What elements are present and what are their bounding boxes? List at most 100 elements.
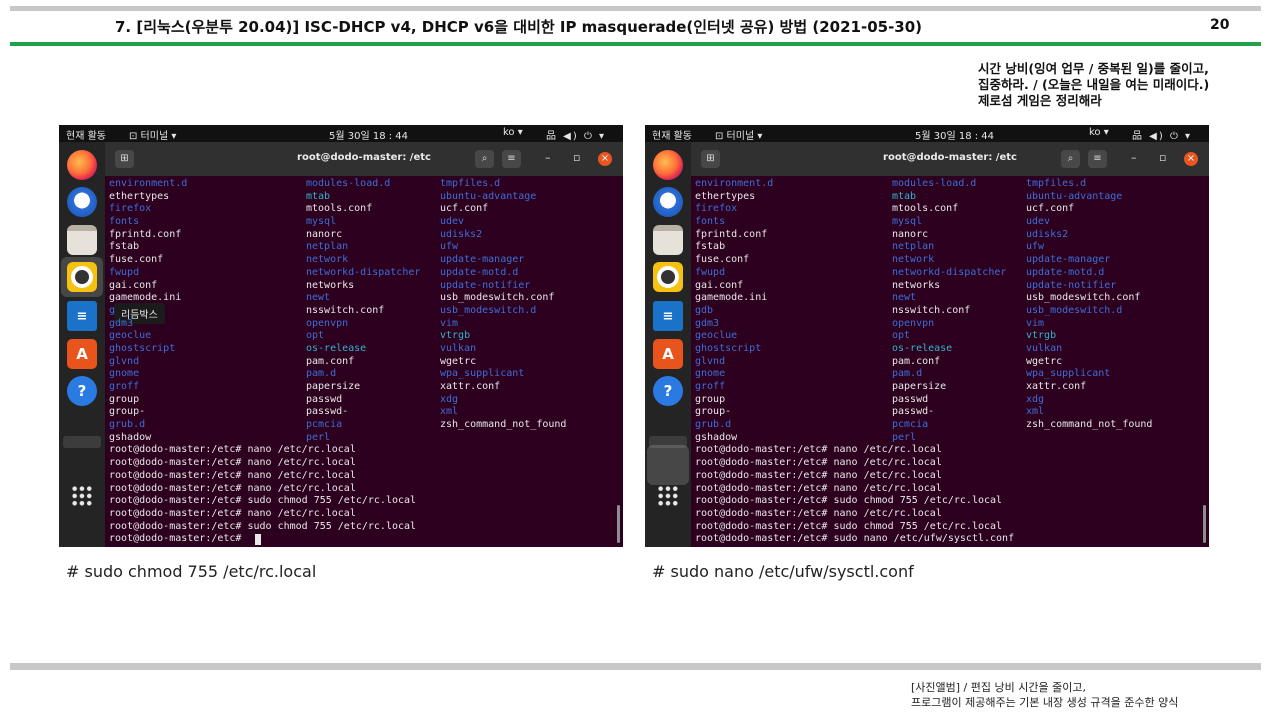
command-line: root@dodo-master:/etc# nano /etc/rc.loca… — [695, 483, 1205, 496]
files-icon[interactable] — [67, 225, 97, 255]
system-status-menu[interactable]: 品 ◀) ⏻ ▾ — [546, 127, 606, 142]
help-icon[interactable]: ? — [67, 376, 97, 406]
listing-entry: xdg — [440, 393, 459, 405]
hamburger-menu-icon[interactable]: ≡ — [1088, 150, 1107, 168]
maximize-icon[interactable]: ▫ — [573, 151, 580, 164]
software-icon[interactable]: A — [653, 339, 683, 369]
terminal-header-bar: ⊞ root@dodo-master: /etc ⌕ ≡ – ▫ × — [691, 142, 1209, 176]
terminal-scrollbar[interactable] — [617, 505, 620, 543]
bottom-rule — [10, 663, 1261, 670]
listing-row: firefox mtools.conf ucf.conf — [109, 203, 619, 216]
listing-row: gdb nsswitch.conf usb_modeswitch.d — [695, 305, 1205, 318]
thunderbird-icon[interactable] — [653, 187, 683, 217]
close-icon[interactable]: × — [1184, 152, 1198, 166]
writer-icon[interactable]: ≡ — [653, 301, 683, 331]
listing-row: group passwd xdg — [695, 394, 1205, 407]
listing-entry: openvpn — [306, 317, 349, 329]
listing-entry: xml — [440, 406, 459, 418]
maximize-icon[interactable]: ▫ — [1159, 151, 1166, 164]
command-text: root@dodo-master:/etc# sudo chmod 755 /e… — [695, 495, 1003, 507]
search-icon[interactable]: ⌕ — [1061, 150, 1080, 168]
command-text: root@dodo-master:/etc# sudo chmod 755 /e… — [695, 520, 1003, 532]
listing-entry: vim — [1026, 317, 1045, 329]
close-icon[interactable]: × — [598, 152, 612, 166]
listing-entry: udev — [440, 216, 465, 228]
slide-title: 7. [리눅스(우분투 20.04)] ISC-DHCP v4, DHCP v6… — [115, 18, 923, 36]
rhythmbox-icon[interactable] — [67, 262, 97, 292]
search-icon[interactable]: ⌕ — [475, 150, 494, 168]
listing-entry: wpa_supplicant — [1026, 368, 1111, 380]
apps-grid-icon[interactable] — [657, 485, 679, 507]
input-language-menu[interactable]: ko ▾ — [503, 127, 523, 138]
app-menu[interactable]: ⊡ 터미널 ▾ — [129, 127, 176, 142]
help-icon[interactable]: ? — [653, 376, 683, 406]
listing-entry: papersize — [306, 381, 361, 392]
listing-entry: nsswitch.conf — [892, 304, 971, 316]
listing-entry: newt — [306, 292, 331, 304]
listing-row: group passwd xdg — [109, 394, 619, 407]
rhythmbox-icon[interactable] — [653, 262, 683, 292]
listing-entry: passwd- — [892, 406, 935, 418]
command-line: root@dodo-master:/etc# sudo chmod 755 /e… — [695, 521, 1205, 534]
listing-entry: modules-load.d — [892, 178, 977, 189]
listing-entry: ubuntu-advantage — [1026, 190, 1123, 202]
command-line: root@dodo-master:/etc# nano /etc/rc.loca… — [109, 470, 619, 483]
minimize-icon[interactable]: – — [1131, 151, 1137, 164]
command-text: root@dodo-master:/etc# sudo chmod 755 /e… — [109, 520, 417, 532]
listing-entry: xml — [1026, 406, 1045, 418]
apps-grid-icon[interactable] — [71, 485, 93, 507]
listing-entry: mtools.conf — [892, 203, 959, 215]
activities-button[interactable]: 현재 활동 — [66, 127, 106, 142]
footer-note: [사진앨범] / 편집 낭비 시간을 줄이고, 프로그램이 제공해주는 기본 내… — [911, 680, 1178, 710]
listing-entry: ufw — [1026, 241, 1045, 253]
listing-row: fonts mysql udev — [695, 216, 1205, 229]
listing-entry: pam.d — [306, 368, 337, 380]
listing-entry: os-release — [306, 342, 367, 354]
hamburger-menu-icon[interactable]: ≡ — [502, 150, 521, 168]
command-line: root@dodo-master:/etc# nano /etc/rc.loca… — [109, 457, 619, 470]
listing-entry: perl — [306, 431, 331, 443]
command-text: root@dodo-master:/etc# nano /etc/rc.loca… — [109, 482, 356, 494]
listing-entry: gdb — [695, 304, 714, 316]
clock[interactable]: 5월 30일 18 : 44 — [915, 127, 994, 142]
thunderbird-icon[interactable] — [67, 187, 97, 217]
app-menu[interactable]: ⊡ 터미널 ▾ — [715, 127, 762, 142]
listing-entry: glvnd — [109, 355, 140, 367]
listing-entry: xattr.conf — [440, 381, 501, 392]
listing-entry: gnome — [109, 368, 140, 380]
listing-row: grub.d pcmcia zsh_command_not_found — [695, 419, 1205, 432]
listing-row: geoclue opt vtrgb — [109, 330, 619, 343]
writer-icon[interactable]: ≡ — [67, 301, 97, 331]
listing-entry: vulkan — [1026, 342, 1063, 354]
listing-entry: papersize — [892, 381, 947, 392]
files-icon[interactable] — [653, 225, 683, 255]
listing-row: groff papersize xattr.conf — [109, 381, 619, 394]
listing-row: fwupd networkd-dispatcher update-motd.d — [695, 267, 1205, 280]
listing-entry: network — [892, 254, 935, 266]
software-icon[interactable]: A — [67, 339, 97, 369]
minimize-icon[interactable]: – — [545, 151, 551, 164]
terminal-scrollbar[interactable] — [1203, 505, 1206, 543]
title-underline — [10, 42, 1261, 46]
listing-entry: mtab — [892, 190, 917, 202]
activities-button[interactable]: 현재 활동 — [652, 127, 692, 142]
listing-entry: gdm3 — [695, 317, 720, 329]
system-top-bar: 현재 활동 ⊡ 터미널 ▾ 5월 30일 18 : 44 ko ▾ 品 ◀) ⏻ ▾ — [645, 125, 1209, 142]
listing-row: ghostscript os-release vulkan — [109, 343, 619, 356]
system-status-menu[interactable]: 品 ◀) ⏻ ▾ — [1132, 127, 1192, 142]
listing-entry: glvnd — [695, 355, 726, 367]
listing-row: fuse.conf network update-manager — [109, 254, 619, 267]
terminal-output[interactable]: environment.d modules-load.d tmpfiles.d eth… — [109, 178, 619, 547]
listing-row: ethertypes mtab ubuntu-advantage — [109, 191, 619, 204]
listing-entry: fstab — [109, 241, 140, 253]
clock[interactable]: 5월 30일 18 : 44 — [329, 127, 408, 142]
motto-note: 시간 낭비(잉여 업무 / 중복된 일)를 줄이고, 집중하라. / (오늘은 … — [978, 61, 1209, 109]
listing-entry: networks — [306, 279, 355, 291]
listing-entry: pam.conf — [892, 355, 941, 367]
terminal-screenshot-left: 현재 활동 ⊡ 터미널 ▾ 5월 30일 18 : 44 ko ▾ 品 ◀) ⏻ ▾ ≡ A… — [59, 125, 623, 547]
input-language-menu[interactable]: ko ▾ — [1089, 127, 1109, 138]
firefox-icon[interactable] — [67, 150, 97, 180]
firefox-icon[interactable] — [653, 150, 683, 180]
listing-entry: ufw — [440, 241, 459, 253]
terminal-output[interactable]: environment.d modules-load.d tmpfiles.d eth… — [695, 178, 1205, 547]
